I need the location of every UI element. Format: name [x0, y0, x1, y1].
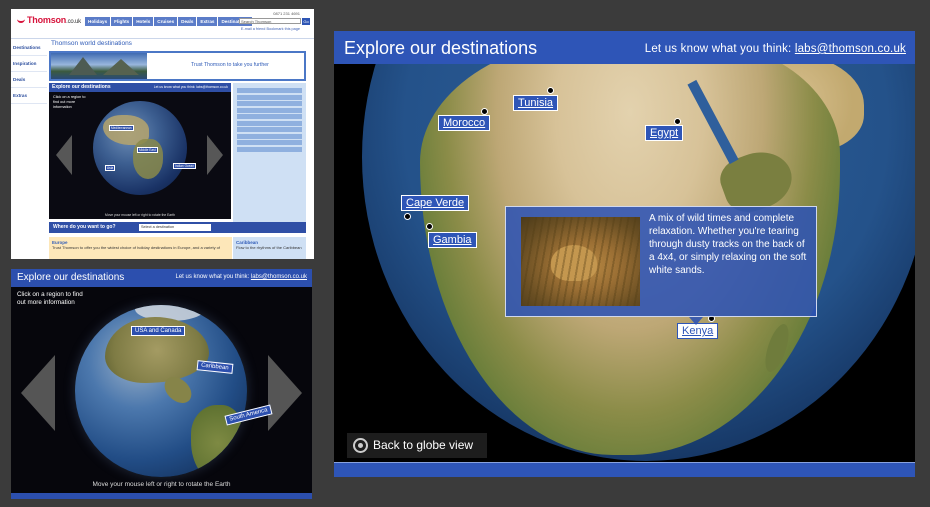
list-item[interactable] [237, 107, 302, 113]
where-label: Where do you want to go? [53, 224, 116, 230]
main-feedback-label: Let us know what you think: [644, 43, 792, 55]
popup-pointer [689, 317, 703, 325]
mid-feedback: Let us know what you think: labs@thomson… [175, 274, 307, 280]
rotate-right-arrow-icon[interactable] [207, 135, 223, 175]
left-nav-deals[interactable]: Deals [11, 72, 47, 88]
mid-footer: Move your mouse left or right to rotate … [92, 481, 231, 488]
mini-header-title: Explore our destinations [52, 84, 111, 90]
left-nav-extras[interactable]: Extras [11, 88, 47, 104]
mini-globe-panel: Explore our destinations Let us know wha… [49, 83, 231, 219]
left-nav-inspiration[interactable]: Inspiration [11, 56, 47, 72]
mini-header: Explore our destinations Let us know wha… [49, 83, 231, 92]
mini-label-indian-ocean[interactable]: Indian Ocean [173, 163, 196, 169]
mid-click-text: Click on a region to find out more infor… [17, 291, 83, 306]
mid-bottom-bar [11, 493, 312, 499]
label-morocco-text[interactable]: Morocco [443, 117, 485, 129]
nav-hotels[interactable]: Hotels [133, 17, 154, 26]
list-item[interactable] [237, 114, 302, 119]
search-go-button[interactable]: Go [302, 18, 310, 25]
label-morocco[interactable]: Morocco [438, 115, 491, 131]
label-egypt[interactable]: Egypt [645, 125, 684, 141]
label-cape-verde-text[interactable]: Cape Verde [406, 197, 464, 209]
mid-header: Explore our destinations Let us know wha… [11, 269, 312, 287]
mini-footer: Move your mouse left or right to rotate … [104, 213, 175, 217]
banner-text: Trust Thomson to take you further [191, 62, 269, 68]
main-feedback: Let us know what you think: labs@thomson… [645, 43, 906, 55]
pin-tunisia[interactable] [547, 87, 554, 94]
landmass [133, 139, 163, 179]
list-item[interactable] [237, 146, 302, 152]
mini-label-asia[interactable]: Asia [105, 165, 116, 171]
lion-photo [521, 217, 640, 306]
caribbean-card[interactable]: Caribbean Flow to the rhythms of the Car… [233, 237, 306, 259]
nav-holidays[interactable]: Holidays [85, 17, 111, 26]
site-nav: Holidays Flights Hotels Cruises Deals Ex… [85, 17, 253, 26]
rotate-left-arrow-icon[interactable] [56, 135, 72, 175]
back-to-globe-button[interactable]: Back to globe view [347, 433, 487, 458]
list-item[interactable] [237, 101, 302, 106]
mini-label-middle-east[interactable]: Middle East [137, 147, 158, 153]
nav-flights[interactable]: Flights [111, 17, 133, 26]
main-email-link[interactable]: labs@thomson.co.uk [795, 43, 906, 55]
main-bottom-bar [334, 462, 915, 477]
back-label: Back to globe view [373, 438, 474, 452]
label-kenya[interactable]: Kenya [677, 323, 719, 339]
label-gambia-text[interactable]: Gambia [433, 234, 472, 246]
americas-globe-panel: Explore our destinations Let us know wha… [11, 269, 312, 499]
pin-cape-verde[interactable] [404, 213, 411, 220]
label-gambia[interactable]: Gambia [428, 232, 477, 248]
smile-icon [17, 18, 25, 24]
phone-number: 0871 231 4691 [273, 11, 300, 16]
page-title: Thomson world destinations [51, 40, 132, 47]
main-header: Explore our destinations Let us know wha… [334, 31, 915, 64]
label-egypt-text[interactable]: Egypt [650, 127, 678, 139]
main-title: Explore our destinations [344, 38, 538, 58]
europe-text: Trust Thomson to offer you the widest ch… [52, 245, 221, 250]
globe-back-icon [353, 438, 368, 453]
list-item[interactable] [237, 133, 302, 139]
popup-text: A mix of wild times and complete relaxat… [649, 213, 807, 276]
list-item[interactable] [237, 127, 302, 132]
nav-deals[interactable]: Deals [178, 17, 197, 26]
mini-click-text: Click on a region to find out more infor… [53, 95, 86, 109]
where-bar: Where do you want to go? Select a destin… [49, 222, 306, 233]
site-topbar: Thomson.co.uk Holidays Flights Hotels Cr… [11, 9, 314, 39]
caribbean-text: Flow to the rhythms of the Caribbean [236, 245, 302, 250]
mid-title: Explore our destinations [17, 272, 125, 283]
top-links[interactable]: E-mail a friend Bookmark this page [241, 27, 300, 31]
left-nav-destinations[interactable]: Destinations [11, 40, 47, 56]
kenya-info-popup: A mix of wild times and complete relaxat… [505, 206, 817, 325]
nav-cruises[interactable]: Cruises [154, 17, 178, 26]
website-overview-panel: Thomson.co.uk Holidays Flights Hotels Cr… [11, 9, 314, 259]
mid-email-link[interactable]: labs@thomson.co.uk [251, 274, 307, 280]
pin-morocco[interactable] [481, 108, 488, 115]
destination-select[interactable]: Select a destination [139, 224, 211, 231]
label-kenya-text[interactable]: Kenya [682, 325, 713, 337]
mid-feedback-label: Let us know what you think: [175, 274, 250, 280]
list-item[interactable] [237, 94, 302, 100]
rotate-left-arrow-icon[interactable] [21, 355, 55, 431]
search-input[interactable]: Search Thomson [239, 18, 301, 24]
list-item[interactable] [237, 120, 302, 126]
europe-card[interactable]: Europe Trust Thomson to offer you the wi… [49, 237, 232, 259]
nav-extras[interactable]: Extras [197, 17, 218, 26]
list-item[interactable] [237, 140, 302, 145]
left-nav: Destinations Inspiration Deals Extras [11, 40, 47, 104]
pin-egypt[interactable] [674, 118, 681, 125]
mini-header-feedback[interactable]: Let us know what you think: labs@thomson… [154, 83, 228, 92]
pin-gambia[interactable] [426, 223, 433, 230]
label-tunisia[interactable]: Tunisia [513, 95, 559, 111]
label-cape-verde[interactable]: Cape Verde [401, 195, 470, 211]
label-tunisia-text[interactable]: Tunisia [518, 97, 553, 109]
list-item[interactable] [237, 88, 302, 93]
rotate-right-arrow-icon[interactable] [268, 355, 302, 431]
banner-mountain-image [51, 53, 147, 79]
mini-label-mediterranean[interactable]: Mediterranean [109, 125, 134, 131]
banner: Trust Thomson to take you further [49, 51, 306, 81]
destination-list [233, 83, 306, 229]
thomson-logo[interactable]: Thomson.co.uk [17, 15, 81, 25]
africa-detail-panel: Explore our destinations Let us know wha… [334, 31, 915, 477]
label-usa-canada[interactable]: USA and Canada [131, 326, 186, 336]
